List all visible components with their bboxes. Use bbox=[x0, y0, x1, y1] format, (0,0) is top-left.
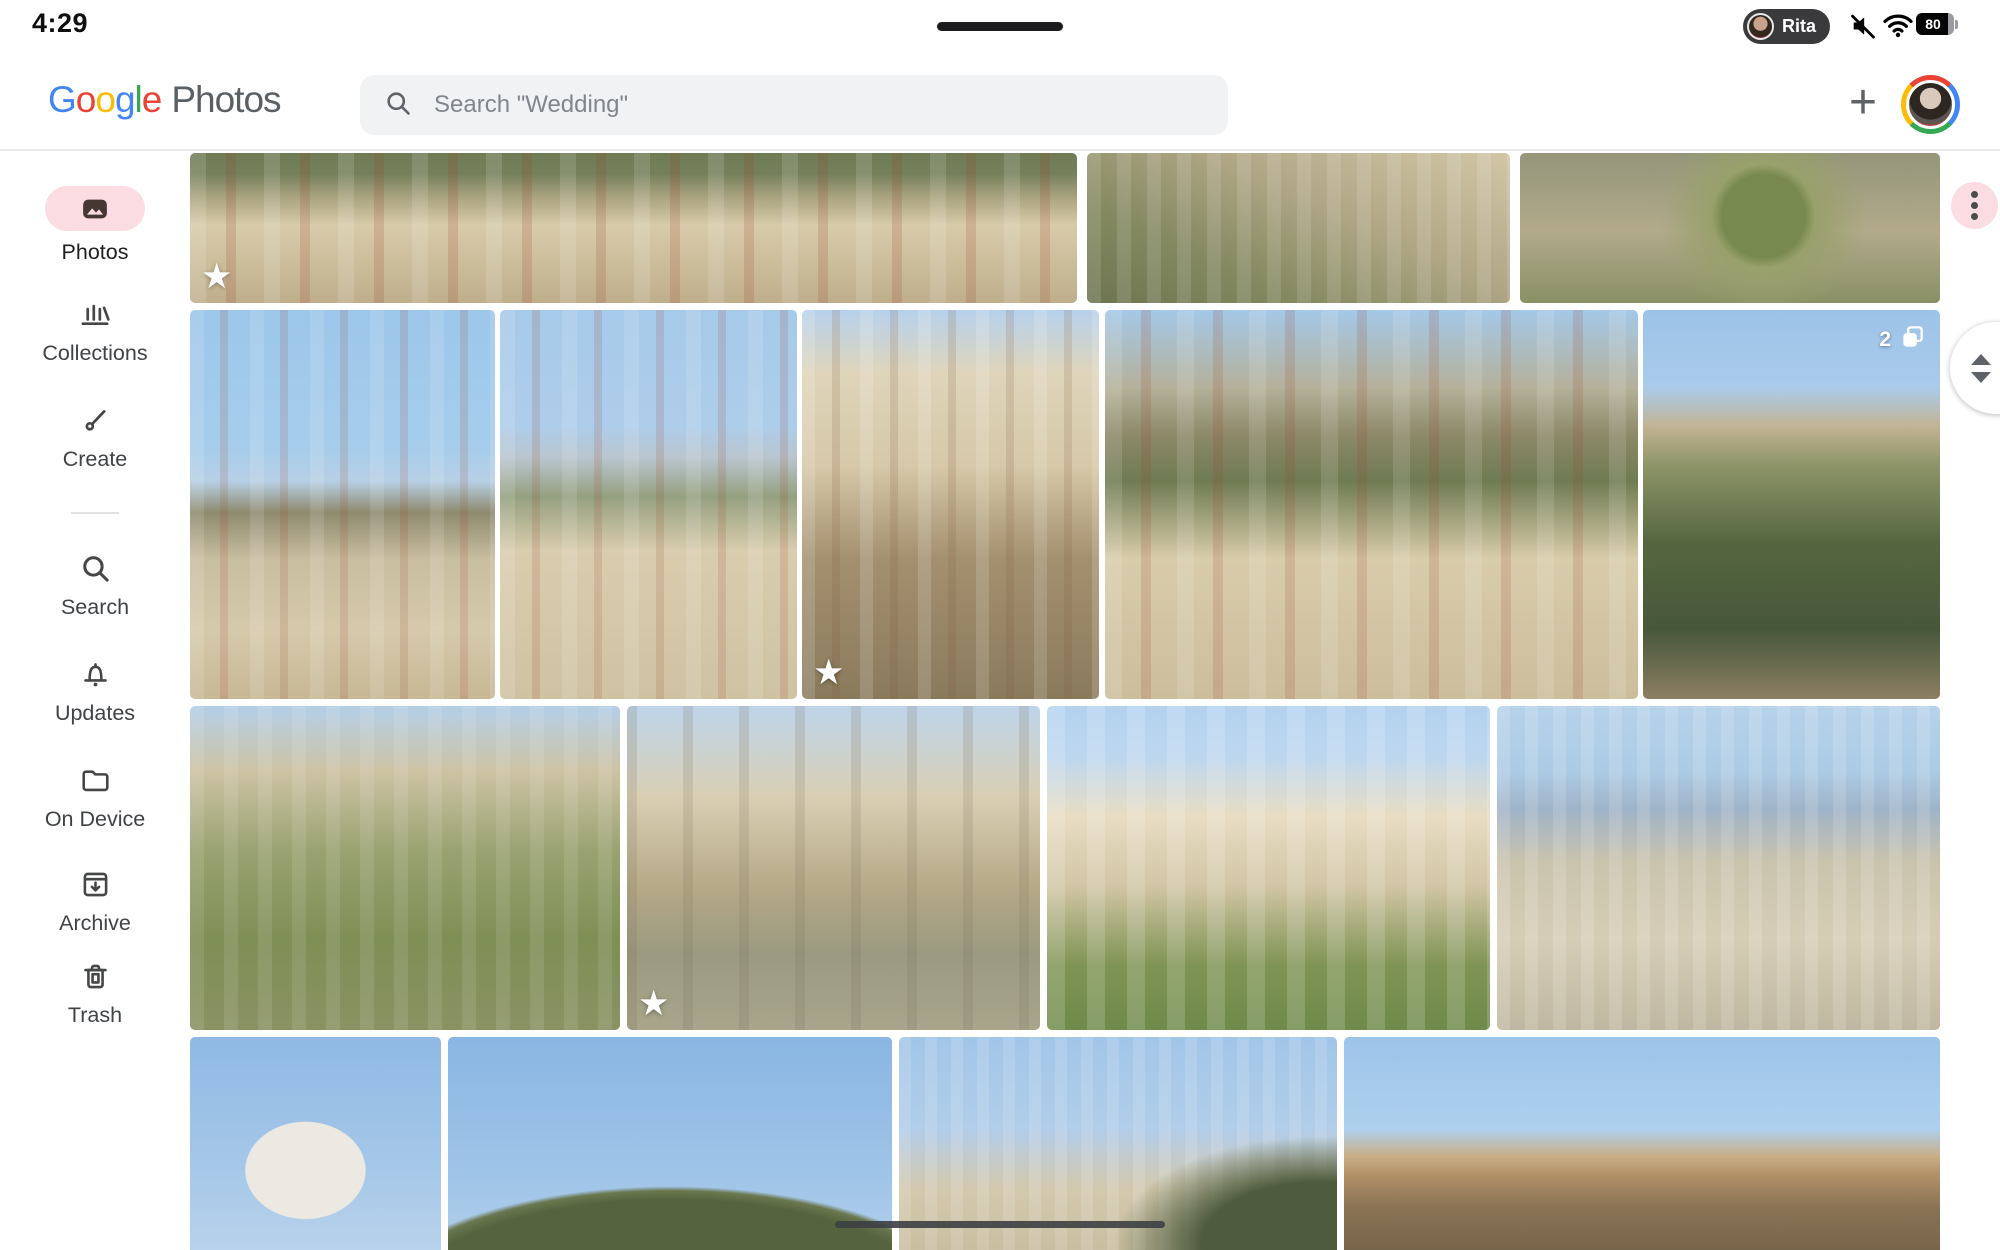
favorite-star-icon: ★ bbox=[638, 987, 669, 1022]
logo-letter: o bbox=[95, 79, 115, 121]
sidebar-label: Trash bbox=[68, 1003, 122, 1028]
photo-thumbnail[interactable] bbox=[190, 310, 495, 699]
favorite-star-icon: ★ bbox=[201, 260, 232, 295]
chip-user-name: Rita bbox=[1782, 16, 1816, 37]
photo-thumbnail[interactable] bbox=[1105, 310, 1638, 699]
folder-icon bbox=[77, 762, 113, 798]
photo-thumbnail[interactable] bbox=[1344, 1037, 1940, 1250]
archive-icon bbox=[77, 866, 113, 902]
wifi-icon bbox=[1882, 12, 1914, 43]
kebab-dot bbox=[1971, 213, 1978, 220]
speaker-muted-icon bbox=[1848, 12, 1878, 45]
trash-icon bbox=[77, 958, 113, 994]
stack-icon bbox=[1899, 324, 1926, 356]
sidebar-item-photos[interactable]: Photos bbox=[0, 186, 190, 265]
account-avatar[interactable] bbox=[1901, 75, 1960, 134]
photos-icon bbox=[77, 191, 113, 227]
search-input[interactable] bbox=[432, 90, 1204, 120]
photo-thumbnail[interactable]: ★ bbox=[190, 153, 1077, 303]
logo-product-name: Photos bbox=[171, 79, 280, 121]
favorite-star-icon: ★ bbox=[813, 656, 844, 691]
logo-letter: g bbox=[115, 79, 135, 121]
battery-percent: 80 bbox=[1925, 16, 1941, 32]
active-pill bbox=[45, 186, 145, 231]
photo-thumbnail[interactable] bbox=[1497, 706, 1940, 1030]
sidebar-label: Collections bbox=[42, 341, 147, 366]
user-status-chip[interactable]: Rita bbox=[1743, 9, 1830, 44]
photo-stack-badge: 2 bbox=[1879, 324, 1926, 356]
chip-avatar bbox=[1747, 13, 1774, 40]
photo-thumbnail[interactable] bbox=[190, 1037, 441, 1250]
chevron-down-icon bbox=[1971, 372, 1991, 383]
photo-thumbnail[interactable] bbox=[500, 310, 797, 699]
sidebar-label: Archive bbox=[59, 911, 131, 936]
kebab-dot bbox=[1971, 191, 1978, 198]
sidebar-item-trash[interactable]: Trash bbox=[0, 958, 190, 1028]
home-indicator[interactable] bbox=[835, 1221, 1165, 1228]
photo-thumbnail[interactable]: ★ bbox=[627, 706, 1040, 1030]
google-photos-logo: G o o g l e Photos bbox=[48, 79, 281, 121]
collections-icon bbox=[77, 296, 113, 332]
photo-thumbnail[interactable] bbox=[190, 706, 620, 1030]
logo-letter: e bbox=[142, 79, 162, 121]
google-photos-app: 4:29 Rita 80 G o o g l e Photos + bbox=[0, 0, 2000, 1250]
bell-icon bbox=[77, 656, 113, 692]
photo-thumbnail[interactable] bbox=[899, 1037, 1337, 1250]
sidebar-label: Search bbox=[61, 595, 129, 620]
search-nav-icon bbox=[77, 550, 113, 586]
photo-thumbnail[interactable]: ★ bbox=[802, 310, 1099, 699]
photo-thumbnail[interactable] bbox=[1520, 153, 1940, 303]
more-options-button[interactable] bbox=[1951, 182, 1998, 229]
logo-letter: o bbox=[76, 79, 96, 121]
battery-icon: 80 bbox=[1916, 13, 1958, 35]
photo-thumbnail[interactable] bbox=[1087, 153, 1510, 303]
sidebar-item-archive[interactable]: Archive bbox=[0, 866, 190, 936]
sidebar-label: Photos bbox=[62, 240, 129, 265]
logo-letter: l bbox=[135, 79, 142, 121]
sidebar-label: On Device bbox=[45, 807, 145, 832]
search-icon bbox=[384, 89, 412, 122]
photo-thumbnail[interactable] bbox=[448, 1037, 892, 1250]
top-center-bar bbox=[937, 22, 1063, 31]
sidebar-item-collections[interactable]: Collections bbox=[0, 296, 190, 366]
search-bar[interactable] bbox=[360, 75, 1228, 135]
chevron-up-icon bbox=[1971, 354, 1991, 365]
sidebar-item-search[interactable]: Search bbox=[0, 550, 190, 620]
timeline-scrubber-handle[interactable] bbox=[1950, 322, 2000, 414]
sidebar-divider bbox=[71, 512, 119, 514]
add-button[interactable]: + bbox=[1834, 74, 1892, 132]
create-icon bbox=[77, 402, 113, 438]
photo-thumbnail[interactable] bbox=[1047, 706, 1490, 1030]
sidebar-label: Updates bbox=[55, 701, 135, 726]
sidebar-item-create[interactable]: Create bbox=[0, 402, 190, 472]
logo-letter: G bbox=[48, 79, 76, 121]
photo-thumbnail[interactable]: 2 bbox=[1643, 310, 1940, 699]
kebab-dot bbox=[1971, 202, 1978, 209]
stack-count: 2 bbox=[1879, 328, 1891, 352]
sidebar-label: Create bbox=[63, 447, 128, 472]
sidebar-item-updates[interactable]: Updates bbox=[0, 656, 190, 726]
clock: 4:29 bbox=[32, 8, 88, 39]
sidebar-item-on-device[interactable]: On Device bbox=[0, 762, 190, 832]
header-divider bbox=[0, 149, 2000, 151]
scrubber-arrows bbox=[1971, 322, 1991, 414]
